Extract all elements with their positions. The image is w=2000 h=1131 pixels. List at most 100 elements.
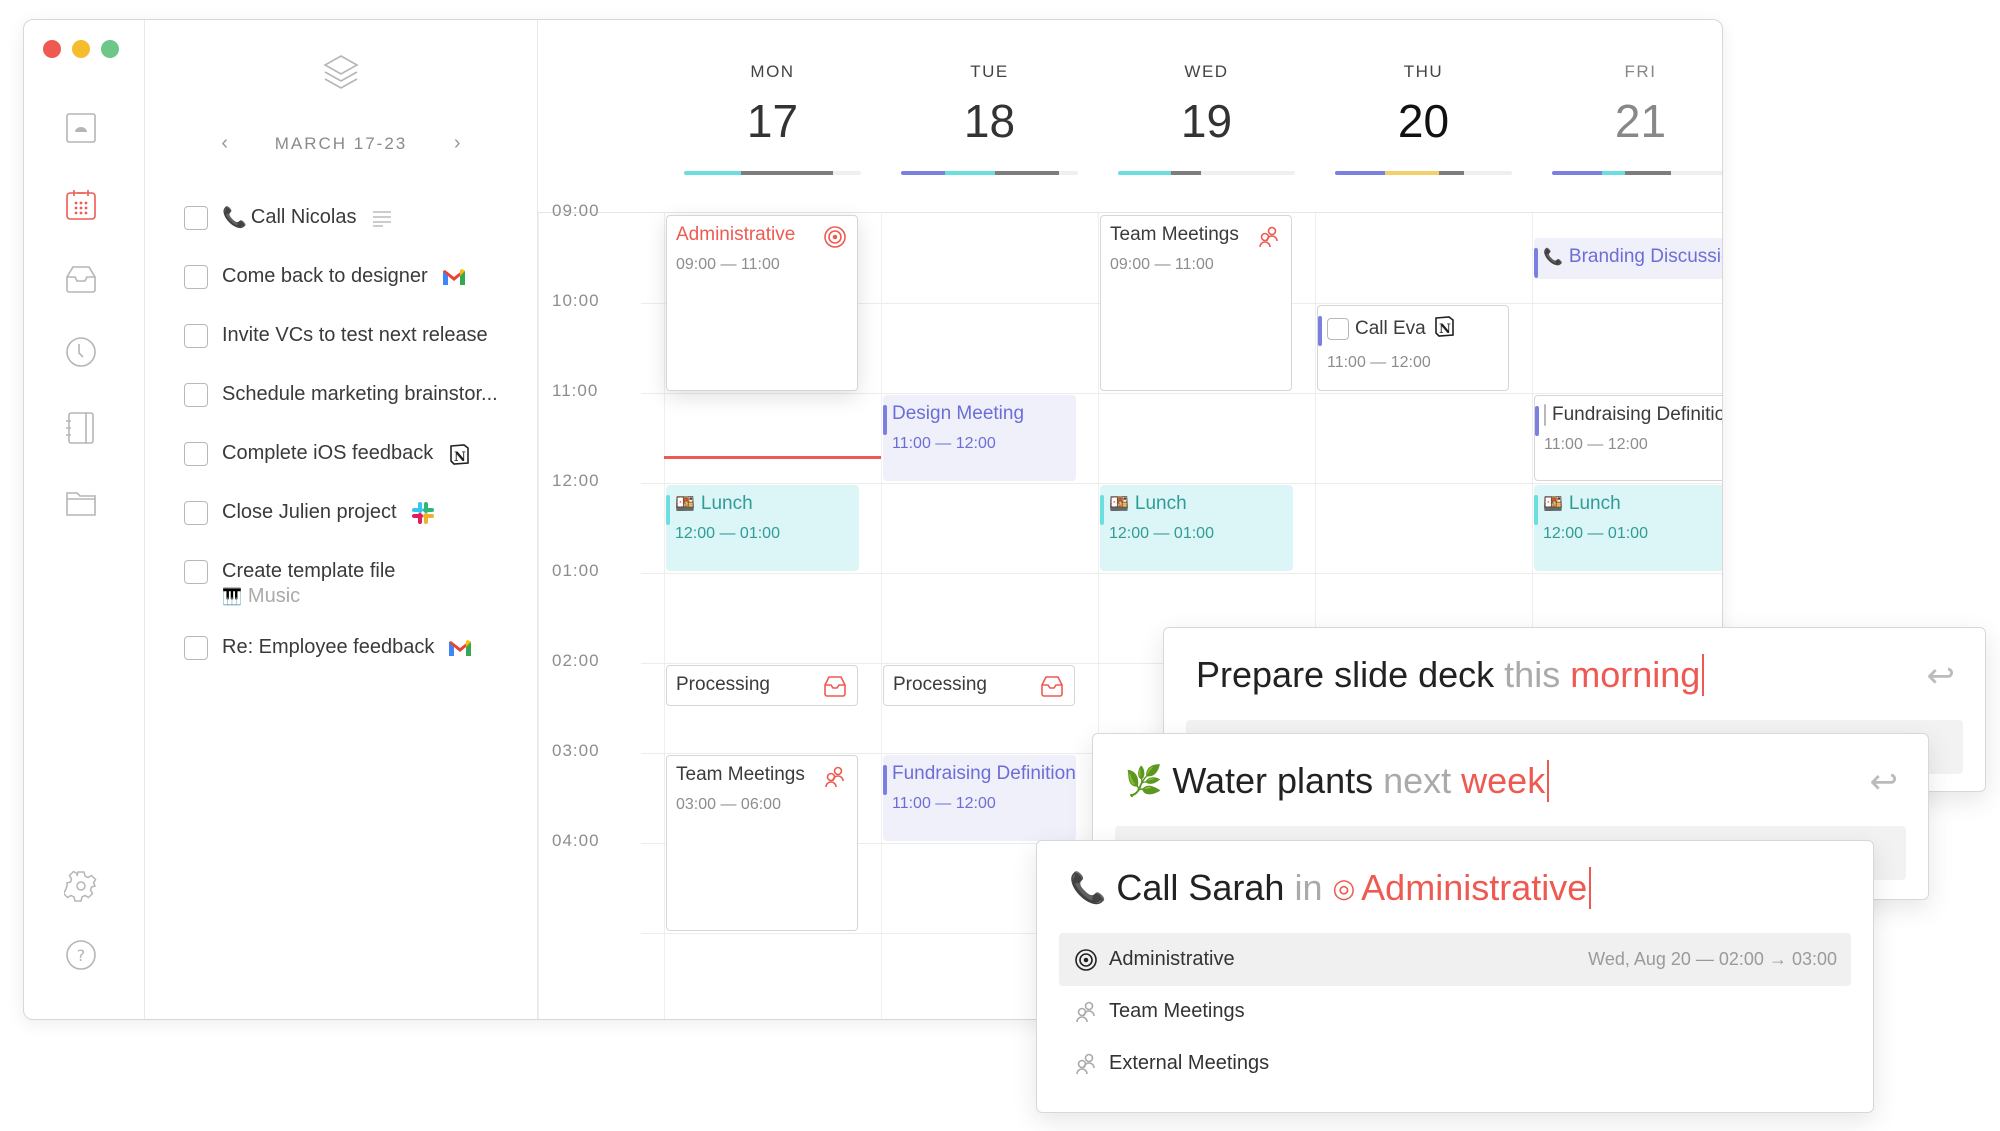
project-option[interactable]: Team Meetings <box>1059 985 1851 1038</box>
task-checkbox[interactable] <box>184 205 208 230</box>
event-title: Design Meeting <box>892 403 1025 424</box>
task-item[interactable]: Complete iOS feedback N <box>184 424 534 483</box>
task-checkbox[interactable] <box>184 441 208 466</box>
inbox-icon <box>66 266 96 293</box>
event-time: 11:00 — 12:00 <box>892 435 996 452</box>
calendar-event[interactable]: 🍱 Lunch 12:00 — 01:00 <box>666 485 859 571</box>
date-connector: this <box>1504 654 1561 695</box>
task-checkbox[interactable] <box>184 382 208 407</box>
enter-icon[interactable]: ↩ <box>1870 762 1899 802</box>
hour-label: 02:00 <box>552 651 600 670</box>
sidebar-item-inbox[interactable] <box>62 259 100 297</box>
calendar-event[interactable]: Administrative 09:00 — 11:00 <box>666 215 858 391</box>
project-label: Music <box>247 585 301 607</box>
calendar-event[interactable]: 🍱 Lunch 12:00 — 01:00 <box>1100 485 1293 571</box>
day-number: 20 <box>1397 95 1450 147</box>
event-title: Processing <box>893 674 987 695</box>
task-item[interactable]: Schedule marketing brainstor... <box>184 365 534 424</box>
event-title: Lunch <box>1568 493 1621 514</box>
svg-text:?: ? <box>77 946 86 965</box>
task-label: Call Nicolas <box>250 206 357 228</box>
calendar-event[interactable]: Fundraising Definition 11:00 — 12:00 <box>1534 395 1722 481</box>
event-time: 03:00 — 06:00 <box>676 796 781 813</box>
calendar-event[interactable]: 🍱 Lunch 12:00 — 01:00 <box>1534 485 1722 571</box>
people-icon <box>1076 1001 1095 1022</box>
task-checkbox[interactable] <box>184 500 208 525</box>
calendar-event[interactable]: Call Eva N 11:00 — 12:00 <box>1317 305 1509 391</box>
quick-add-input[interactable]: Prepare slide deck this morning <box>1196 654 1705 696</box>
folder-icon <box>66 492 96 516</box>
day-header[interactable]: THU 20 <box>1315 20 1532 212</box>
day-load-bar <box>1118 171 1295 175</box>
task-source-icon <box>448 639 472 657</box>
notion-icon: N <box>450 443 470 465</box>
task-checkbox[interactable] <box>184 323 208 348</box>
task-project: 🎹 Music <box>222 585 534 608</box>
project-connector: in <box>1294 867 1323 908</box>
event-time: 09:00 — 11:00 <box>676 256 780 273</box>
task-text: Call Sarah <box>1116 867 1285 908</box>
calendar-event[interactable]: Team Meetings 09:00 — 11:00 <box>1100 215 1292 391</box>
help-button[interactable]: ? <box>62 936 100 974</box>
calendar-event[interactable]: Fundraising Definition 11:00 — 12:00 <box>883 755 1076 841</box>
task-source-icon <box>442 268 466 286</box>
task-checkbox[interactable] <box>184 635 208 660</box>
option-schedule: Wed, Aug 20 — 02:00 → 03:00 <box>1588 949 1837 969</box>
event-time: 12:00 — 01:00 <box>675 525 780 542</box>
project-option[interactable]: External Meetings <box>1059 1037 1851 1090</box>
calendar-event[interactable]: Design Meeting 11:00 — 12:00 <box>883 395 1076 481</box>
event-emoji-icon: 🍱 <box>1543 496 1563 513</box>
quick-add-input[interactable]: 🌿 Water plants next week <box>1125 760 1550 802</box>
event-checkbox[interactable] <box>1327 318 1349 340</box>
layers-icon <box>323 55 359 89</box>
task-source-icon <box>411 501 435 525</box>
project-option[interactable]: Administrative Wed, Aug 20 — 02:00 → 03:0… <box>1059 933 1851 986</box>
task-label: Come back to designer <box>222 265 428 287</box>
day-header[interactable]: WED 19 <box>1098 20 1315 212</box>
calendar-event[interactable]: Team Meetings 03:00 — 06:00 <box>666 755 858 931</box>
event-type-icon <box>1040 675 1064 703</box>
clock-icon <box>66 337 96 367</box>
gmail-icon <box>442 268 465 285</box>
people-icon <box>1076 1053 1095 1074</box>
svg-text:N: N <box>1439 322 1451 337</box>
event-emoji-icon: 🍱 <box>1109 496 1129 513</box>
day-header[interactable]: TUE 18 <box>881 20 1098 212</box>
calendar-event[interactable]: 📞 Branding Discussion <box>1534 237 1722 279</box>
calendar-event[interactable]: Processing <box>666 665 858 706</box>
task-item[interactable]: Re: Employee feedback <box>184 618 534 677</box>
event-source-icon: N <box>1432 314 1456 344</box>
event-checkbox[interactable] <box>1544 404 1546 426</box>
people-icon <box>1259 226 1278 248</box>
weekday-label: THU <box>1403 62 1444 81</box>
task-item[interactable]: Come back to designer <box>184 247 534 306</box>
task-item[interactable]: 📞 Call Nicolas <box>184 188 534 247</box>
quick-add-card-3: 📞 Call Sarah in ◎ Administrative Adminis… <box>1036 840 1874 1113</box>
sidebar-item-notebook[interactable] <box>62 409 100 447</box>
event-title: Processing <box>676 674 770 695</box>
day-header[interactable]: MON 17 <box>664 20 881 212</box>
task-item[interactable]: Invite VCs to test next release <box>184 306 534 365</box>
event-emoji-icon: 🍱 <box>675 496 695 513</box>
task-checkbox[interactable] <box>184 559 208 584</box>
task-text: Prepare slide deck <box>1196 654 1495 695</box>
sidebar-item-projects[interactable] <box>62 484 100 522</box>
calendar-event[interactable]: Processing <box>883 665 1075 706</box>
load-segment <box>1118 171 1172 175</box>
previous-week-button[interactable]: ‹ <box>215 132 235 155</box>
day-load-bar <box>1552 171 1722 175</box>
next-week-button[interactable]: › <box>447 132 467 155</box>
task-item[interactable]: Close Julien project <box>184 483 534 542</box>
sidebar-item-history[interactable] <box>62 333 100 371</box>
settings-button[interactable] <box>62 867 100 905</box>
quick-add-input[interactable]: 📞 Call Sarah in ◎ Administrative <box>1069 867 1592 909</box>
date-token: morning <box>1570 654 1701 695</box>
enter-icon[interactable]: ↩ <box>1927 656 1956 696</box>
task-checkbox[interactable] <box>184 264 208 289</box>
sidebar-item-today[interactable] <box>62 109 100 147</box>
task-label: Create template file <box>222 560 396 582</box>
task-text: Water plants <box>1172 760 1374 801</box>
load-segment <box>684 171 741 175</box>
sidebar-item-calendar[interactable] <box>62 185 100 223</box>
day-header[interactable]: FRI 21 <box>1532 20 1722 212</box>
